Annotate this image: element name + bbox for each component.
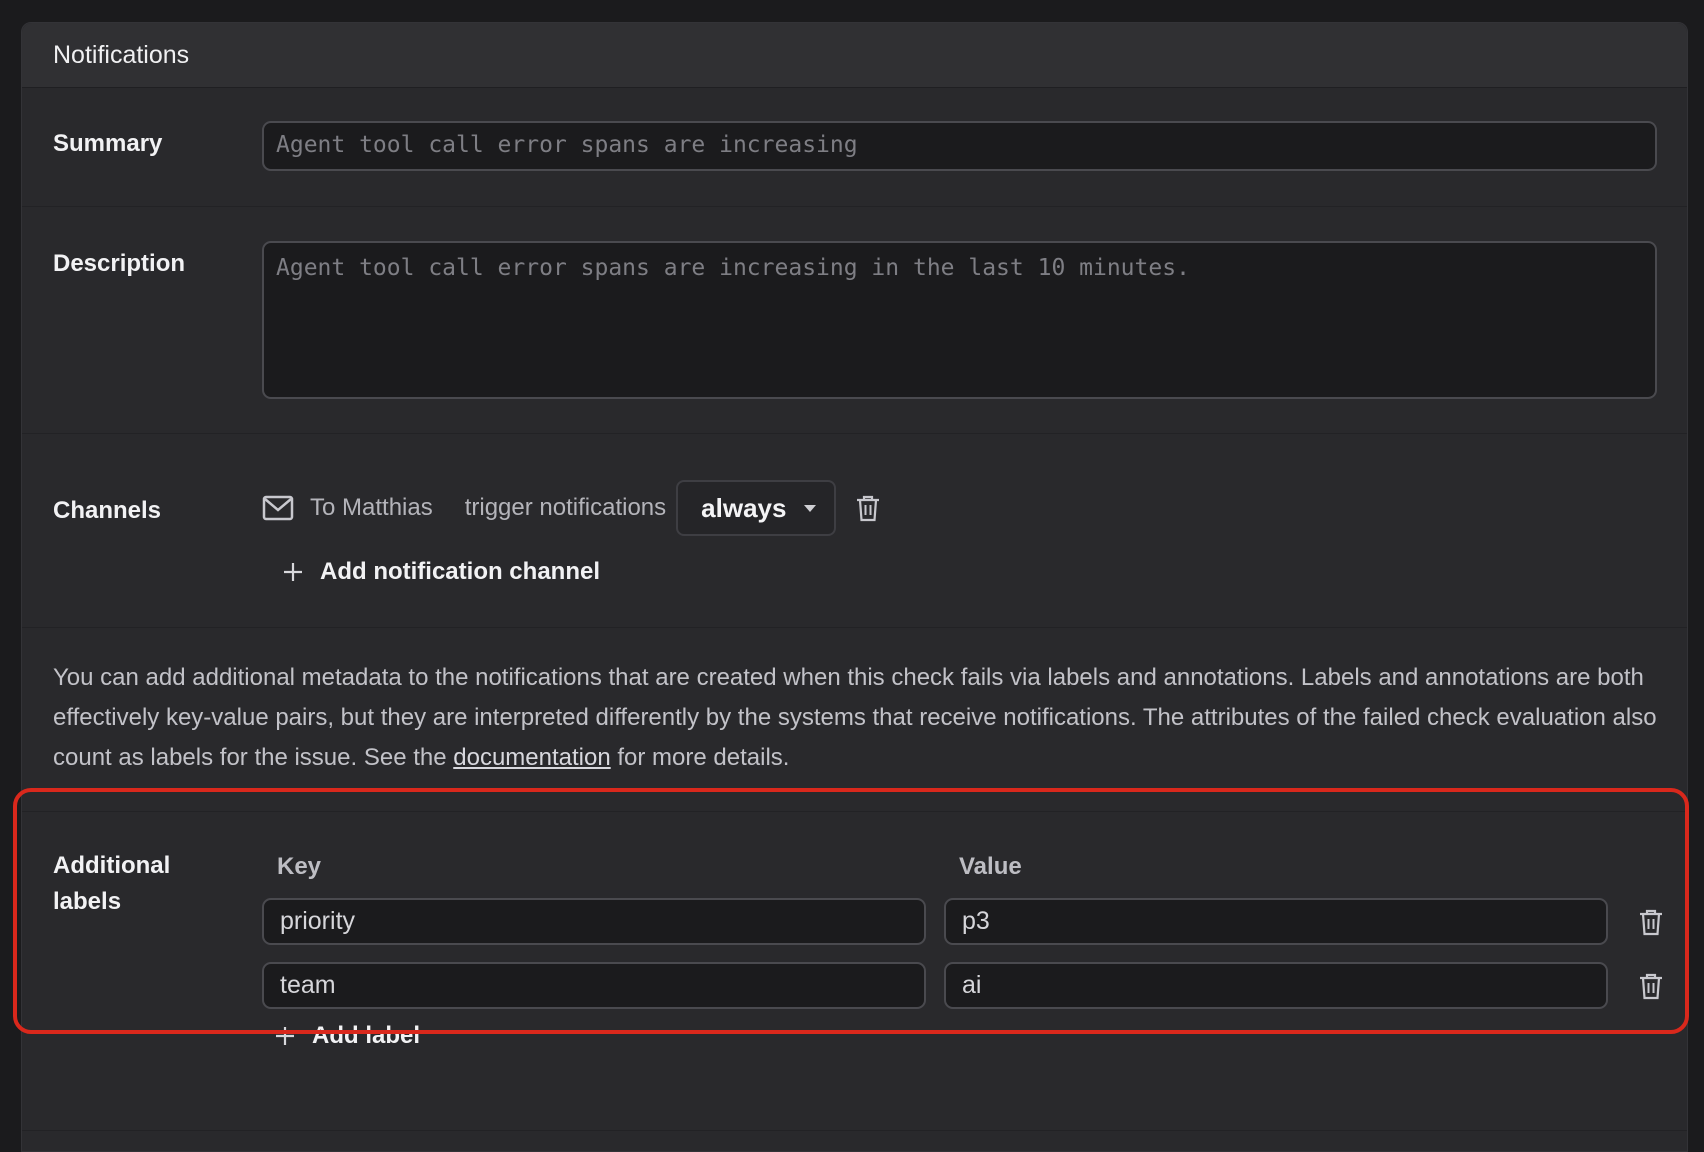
label-key-value: team (280, 971, 336, 999)
add-notification-channel-button[interactable]: Add notification channel (282, 558, 600, 586)
channels-row: Channels To Matthias trigger notificatio… (22, 434, 1687, 628)
delete-channel-trash-icon[interactable] (855, 494, 881, 522)
description-row: Description Agent tool call error spans … (22, 207, 1687, 434)
summary-row: Summary Agent tool call error spans are … (22, 89, 1687, 207)
label-key-input[interactable]: team (262, 962, 926, 1009)
channel-recipient: To Matthias (310, 494, 433, 521)
channel-item: To Matthias trigger notifications always (262, 480, 881, 536)
add-notification-channel-label: Add notification channel (320, 558, 600, 585)
label-value-value: p3 (962, 907, 990, 935)
trigger-text: trigger notifications (464, 494, 667, 521)
info-text-end: for more details. (610, 744, 790, 771)
description-textarea[interactable]: Agent tool call error spans are increasi… (262, 241, 1657, 399)
value-column-header: Value (959, 853, 1022, 880)
label-key-value: priority (280, 907, 356, 935)
labels-info-text: You can add additional metadata to the n… (53, 658, 1663, 778)
summary-input[interactable]: Agent tool call error spans are increasi… (262, 121, 1657, 171)
label-key-input[interactable]: priority (262, 898, 926, 945)
panel-title: Notifications (53, 40, 190, 69)
trigger-select[interactable]: always (676, 480, 837, 536)
caret-down-icon (804, 504, 817, 512)
label-value-input[interactable]: p3 (944, 898, 1608, 945)
description-placeholder: Agent tool call error spans are increasi… (276, 255, 1190, 281)
summary-placeholder: Agent tool call error spans are increasi… (276, 132, 858, 158)
key-column-header: Key (277, 853, 322, 880)
channels-label: Channels (53, 497, 162, 524)
add-label-text: Add label (312, 1022, 421, 1049)
info-text-start: You can add additional metadata to the n… (53, 664, 1657, 771)
delete-label-trash-icon[interactable] (1638, 972, 1664, 1000)
plus-icon (284, 563, 302, 581)
mail-icon (262, 495, 294, 521)
label-value-value: ai (962, 971, 982, 999)
summary-label: Summary (53, 130, 163, 157)
label-value-input[interactable]: ai (944, 962, 1608, 1009)
additional-labels-label: Additional labels (53, 852, 171, 915)
panel-header: Notifications (22, 23, 1687, 88)
additional-labels-row: Additional labels Key Value priority p3 … (22, 811, 1687, 1131)
plus-icon (276, 1027, 294, 1045)
documentation-link[interactable]: documentation (453, 744, 610, 771)
description-label: Description (53, 250, 186, 277)
trigger-select-value: always (701, 492, 787, 523)
add-label-button[interactable]: Add label (274, 1022, 420, 1050)
delete-label-trash-icon[interactable] (1638, 908, 1664, 936)
notifications-panel: Notifications Summary Agent tool call er… (21, 22, 1688, 1152)
